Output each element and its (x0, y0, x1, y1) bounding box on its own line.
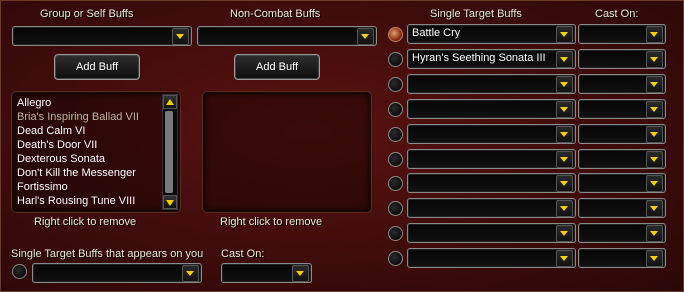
single-target-cast-on-combo[interactable] (578, 49, 666, 69)
single-target-buff-combo[interactable] (407, 198, 576, 218)
scroll-down-icon[interactable] (163, 195, 177, 209)
noncombat-buffs-list (203, 92, 371, 212)
single-target-cast-on-combo[interactable] (578, 74, 666, 94)
chevron-down-icon[interactable] (556, 51, 573, 68)
single-target-cast-on-combo[interactable] (578, 149, 666, 169)
group-buffs-title: Group or Self Buffs (40, 8, 134, 20)
single-target-cast-on-combo[interactable] (578, 198, 666, 218)
appears-cast-on-combo[interactable] (221, 263, 312, 283)
chevron-down-icon[interactable] (556, 175, 573, 192)
single-target-buff-combo[interactable]: Battle Cry (407, 24, 576, 44)
single-target-buff-combo[interactable] (407, 149, 576, 169)
single-target-radio[interactable] (388, 52, 403, 67)
noncombat-buffs-title: Non-Combat Buffs (230, 8, 321, 20)
group-add-buff-button[interactable]: Add Buff (54, 54, 140, 80)
single-target-cast-on-combo[interactable] (578, 124, 666, 144)
single-target-radio[interactable] (388, 201, 403, 216)
list-item[interactable]: Don't Kill the Messenger (17, 166, 136, 180)
appears-on-you-title: Single Target Buffs that appears on you (11, 248, 204, 260)
scroll-up-icon[interactable] (163, 95, 177, 109)
list-item[interactable]: Dead Calm VI (17, 124, 85, 138)
appears-cast-on-title: Cast On: (221, 248, 265, 260)
chevron-down-icon[interactable] (292, 265, 309, 282)
single-target-radio[interactable] (388, 27, 403, 42)
chevron-down-icon[interactable] (646, 225, 663, 242)
chevron-down-icon[interactable] (646, 101, 663, 118)
single-target-radio[interactable] (388, 77, 403, 92)
single-target-buff-value: Hyran's Seething Sonata III (412, 52, 546, 64)
single-target-title: Single Target Buffs (430, 8, 522, 20)
chevron-down-icon[interactable] (556, 126, 573, 143)
noncombat-buffs-combo[interactable] (197, 26, 377, 46)
single-target-buff-combo[interactable] (407, 74, 576, 94)
single-target-buff-combo[interactable] (407, 99, 576, 119)
chevron-down-icon[interactable] (556, 101, 573, 118)
list-item[interactable]: Harl's Rousing Tune VIII (17, 194, 135, 208)
list-item[interactable]: Fortissimo (17, 180, 68, 194)
chevron-down-icon[interactable] (172, 28, 189, 45)
group-buffs-scrollbar[interactable] (162, 94, 178, 210)
appears-on-you-radio[interactable] (12, 264, 27, 279)
group-remove-hint: Right click to remove (34, 216, 137, 228)
single-target-radio[interactable] (388, 176, 403, 191)
chevron-down-icon[interactable] (556, 76, 573, 93)
single-target-buff-combo[interactable] (407, 248, 576, 268)
group-buffs-list: Allegro Bria's Inspiring Ballad VII Dead C… (12, 92, 180, 212)
single-target-radio[interactable] (388, 127, 403, 142)
single-target-radio[interactable] (388, 251, 403, 266)
single-target-radio[interactable] (388, 152, 403, 167)
noncombat-remove-hint: Right click to remove (220, 216, 323, 228)
single-target-cast-on-combo[interactable] (578, 173, 666, 193)
chevron-down-icon[interactable] (646, 76, 663, 93)
scroll-thumb[interactable] (165, 111, 173, 193)
chevron-down-icon[interactable] (646, 175, 663, 192)
single-target-cast-on-combo[interactable] (578, 248, 666, 268)
single-target-buff-value: Battle Cry (412, 27, 461, 39)
chevron-down-icon[interactable] (556, 26, 573, 43)
chevron-down-icon[interactable] (556, 200, 573, 217)
chevron-down-icon[interactable] (556, 225, 573, 242)
chevron-down-icon[interactable] (556, 151, 573, 168)
list-item[interactable]: Bria's Inspiring Ballad VII (17, 110, 139, 124)
single-target-radio[interactable] (388, 102, 403, 117)
noncombat-add-buff-button[interactable]: Add Buff (234, 54, 320, 80)
group-buffs-combo[interactable] (12, 26, 192, 46)
chevron-down-icon[interactable] (646, 126, 663, 143)
single-target-buff-combo[interactable] (407, 173, 576, 193)
chevron-down-icon[interactable] (646, 51, 663, 68)
single-target-buff-combo[interactable] (407, 223, 576, 243)
cast-on-title: Cast On: (595, 8, 639, 20)
list-item[interactable]: Death's Door VII (17, 138, 97, 152)
chevron-down-icon[interactable] (646, 200, 663, 217)
single-target-cast-on-combo[interactable] (578, 223, 666, 243)
chevron-down-icon[interactable] (556, 250, 573, 267)
appears-on-you-combo[interactable] (32, 263, 202, 283)
single-target-cast-on-combo[interactable] (578, 99, 666, 119)
chevron-down-icon[interactable] (182, 265, 199, 282)
chevron-down-icon[interactable] (646, 26, 663, 43)
list-item[interactable]: Dexterous Sonata (17, 152, 105, 166)
chevron-down-icon[interactable] (357, 28, 374, 45)
single-target-cast-on-combo[interactable] (578, 24, 666, 44)
list-item[interactable]: Allegro (17, 96, 51, 110)
single-target-buff-combo[interactable] (407, 124, 576, 144)
single-target-radio[interactable] (388, 226, 403, 241)
chevron-down-icon[interactable] (646, 151, 663, 168)
single-target-buff-combo[interactable]: Hyran's Seething Sonata III (407, 49, 576, 69)
chevron-down-icon[interactable] (646, 250, 663, 267)
